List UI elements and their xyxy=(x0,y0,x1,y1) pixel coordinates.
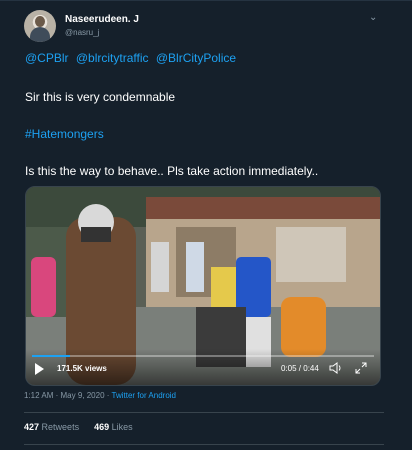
video-controls: 171.5K views 0:05 / 0:44 xyxy=(26,349,380,385)
mention-links: @CPBlr @blrcitytraffic @BlrCityPolice xyxy=(25,51,240,65)
progress-fill xyxy=(32,355,70,357)
mention-link[interactable]: @blrcitytraffic xyxy=(76,51,149,65)
divider xyxy=(24,412,384,413)
top-divider xyxy=(0,0,412,1)
play-icon[interactable] xyxy=(35,363,44,375)
tweet-text-line: Is this the way to behave.. Pls take act… xyxy=(25,164,319,178)
tweet-date[interactable]: May 9, 2020 xyxy=(61,391,105,400)
tweet-text-line: Sir this is very condemnable xyxy=(25,90,176,104)
tweet: Naseerudeen. J @nasru_j ⌄ @CPBlr @blrcit… xyxy=(0,0,412,450)
volume-icon[interactable] xyxy=(329,362,343,374)
progress-bar[interactable] xyxy=(32,355,374,357)
mention-link[interactable]: @CPBlr xyxy=(25,51,69,65)
video-player[interactable]: 171.5K views 0:05 / 0:44 xyxy=(25,186,381,386)
likes-stat[interactable]: 469 Likes xyxy=(94,422,133,432)
likes-count: 469 xyxy=(94,422,110,432)
fullscreen-icon[interactable] xyxy=(355,362,367,374)
tweet-time[interactable]: 1:12 AM xyxy=(24,391,53,400)
avatar-head xyxy=(35,16,45,27)
video-time: 0:05 / 0:44 xyxy=(281,364,319,373)
retweets-count: 427 xyxy=(24,422,40,432)
avatar-body xyxy=(30,27,50,42)
divider xyxy=(24,444,384,445)
chevron-down-icon[interactable]: ⌄ xyxy=(369,12,377,23)
mention-link[interactable]: @BlrCityPolice xyxy=(156,51,236,65)
tweet-meta: 1:12 AM · May 9, 2020 · Twitter for Andr… xyxy=(24,391,176,400)
tweet-header: Naseerudeen. J @nasru_j ⌄ xyxy=(24,10,384,44)
avatar[interactable] xyxy=(24,10,56,42)
likes-label: Likes xyxy=(111,422,133,432)
view-count: 171.5K views xyxy=(57,364,107,373)
retweets-label: Retweets xyxy=(41,422,80,432)
tweet-source-link[interactable]: Twitter for Android xyxy=(112,391,176,400)
meta-separator: · xyxy=(106,391,110,400)
tweet-stats: 427 Retweets 469 Likes xyxy=(24,422,133,432)
retweets-stat[interactable]: 427 Retweets xyxy=(24,422,82,432)
display-name[interactable]: Naseerudeen. J xyxy=(65,14,139,25)
user-handle[interactable]: @nasru_j xyxy=(65,28,99,37)
hashtag-link[interactable]: #Hatemongers xyxy=(25,127,104,141)
meta-separator: · xyxy=(55,391,59,400)
